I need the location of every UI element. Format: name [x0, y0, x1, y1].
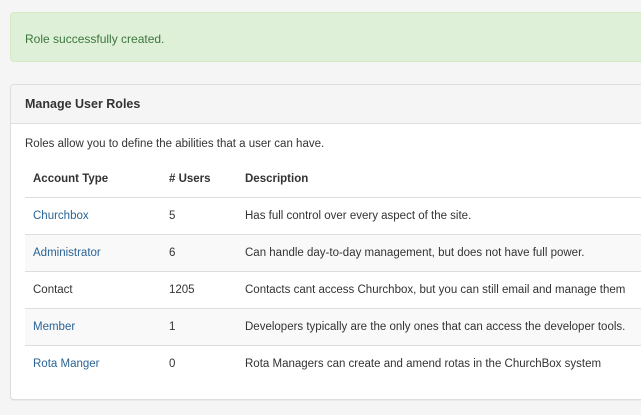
role-link-rota-manger[interactable]: Rota Manger [33, 358, 99, 370]
panel-heading: Manage User Roles [11, 85, 641, 124]
panel-intro: Roles allow you to define the abilities … [25, 138, 325, 150]
panel-title: Manage User Roles [25, 97, 141, 111]
manage-user-roles-panel: Manage User Roles Roles allow you to def… [10, 84, 641, 400]
users-count: 1 [161, 308, 237, 346]
table-row: Member 1 Developers typically are the on… [25, 308, 641, 346]
success-alert: Role successfully created. [10, 12, 641, 62]
users-count: 0 [161, 345, 237, 382]
role-cell: Churchbox [25, 197, 161, 235]
users-count: 1205 [161, 271, 237, 309]
role-description: Can handle day-to-day management, but do… [237, 234, 641, 272]
role-description: Developers typically are the only ones t… [237, 308, 641, 346]
panel-body: Roles allow you to define the abilities … [11, 124, 641, 382]
header-account-type: Account Type [33, 172, 109, 185]
role-description: Contacts cant access Churchbox, but you … [237, 271, 641, 309]
role-cell: Member [25, 308, 161, 346]
role-link-administrator[interactable]: Administrator [33, 247, 101, 259]
table-row: Churchbox 5 Has full control over every … [25, 197, 641, 235]
table-row: Rota Manger 0 Rota Managers can create a… [25, 345, 641, 382]
header-description: Description [245, 172, 309, 185]
role-cell: Contact [25, 271, 161, 309]
table-row: Administrator 6 Can handle day-to-day ma… [25, 234, 641, 272]
roles-table: Account Type # Users Description Churchb… [25, 160, 641, 382]
role-cell: Administrator [25, 234, 161, 272]
role-link-churchbox[interactable]: Churchbox [33, 210, 89, 222]
role-description: Rota Managers can create and amend rotas… [237, 345, 641, 382]
header-users: # Users [169, 172, 211, 185]
users-count: 6 [161, 234, 237, 272]
role-name-contact: Contact [33, 284, 73, 296]
table-header-row: Account Type # Users Description [25, 160, 641, 198]
table-row: Contact 1205 Contacts cant access Church… [25, 271, 641, 309]
alert-message: Role successfully created. [25, 32, 165, 46]
role-cell: Rota Manger [25, 345, 161, 382]
role-description: Has full control over every aspect of th… [237, 197, 641, 235]
role-link-member[interactable]: Member [33, 321, 75, 333]
users-count: 5 [161, 197, 237, 235]
